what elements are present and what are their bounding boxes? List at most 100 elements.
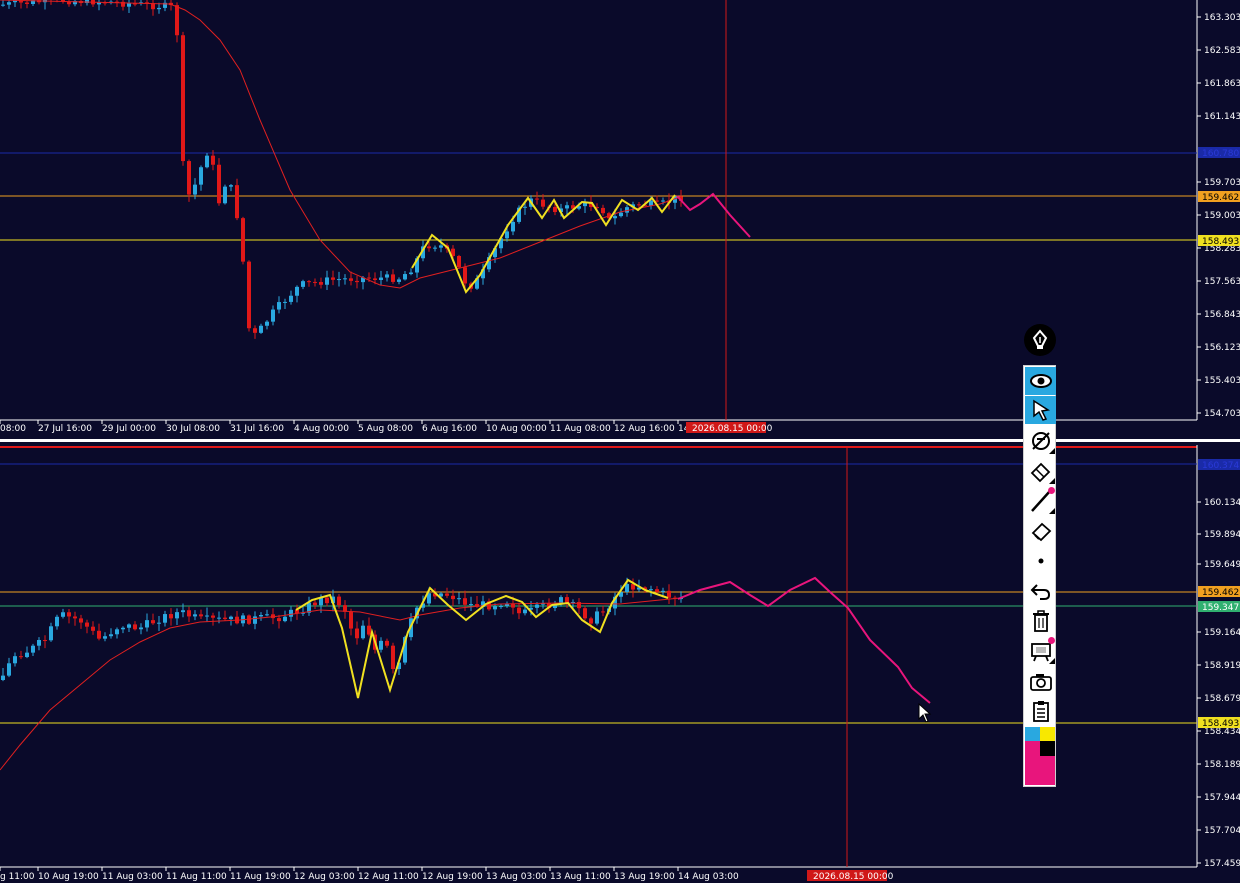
candle-body	[385, 640, 389, 646]
time-tick-label: 10 Aug 00:00	[486, 424, 547, 434]
candle-body	[163, 614, 167, 623]
bottom-orange-price-tag: 159.462	[1198, 586, 1240, 598]
candle-body	[133, 624, 137, 630]
candle-body	[295, 286, 299, 296]
eye-icon[interactable]	[1025, 367, 1056, 395]
color-swatch-black[interactable]	[1040, 741, 1055, 756]
price-tick-label: 161.143	[1204, 112, 1240, 122]
time-tick-label: g 11:00	[0, 872, 35, 882]
candle-body	[25, 2, 29, 5]
candle-body	[25, 652, 29, 658]
price-tick-label: 157.563	[1204, 277, 1240, 287]
candle-body	[145, 620, 149, 628]
undo-icon[interactable]	[1025, 577, 1056, 605]
candle-body	[175, 5, 179, 36]
bottom-cursor-time-tag: 2026.08.15 00:00	[807, 870, 894, 882]
candle-body	[349, 278, 353, 281]
price-tick-label: 156.123	[1204, 343, 1240, 353]
candle-body	[229, 616, 233, 620]
candle-body	[103, 636, 107, 639]
time-tick-label: 12 Aug 03:00	[294, 872, 355, 882]
candle-body	[499, 606, 503, 608]
price-tick-label: 158.679	[1204, 694, 1240, 704]
svg-text:158.493: 158.493	[1202, 719, 1239, 729]
candle-body	[655, 589, 659, 592]
top-blue-price-tag: 160.780	[1198, 147, 1240, 159]
candle-body	[247, 261, 251, 329]
candle-body	[85, 622, 89, 627]
bottom-blue-price-tag: 160.374	[1198, 459, 1240, 471]
color-swatch-blue[interactable]	[1025, 727, 1040, 741]
candle-body	[1, 675, 5, 680]
candle-body	[121, 627, 125, 630]
candle-body	[109, 634, 113, 637]
mouse-pointer-icon	[918, 703, 932, 723]
candle-body	[409, 272, 413, 275]
candle-body	[553, 207, 557, 213]
candle-body	[217, 617, 221, 619]
time-tick-label: 6 Aug 16:00	[422, 424, 477, 434]
candle-body	[457, 598, 461, 600]
candle-body	[331, 277, 335, 280]
candle-body	[67, 612, 71, 617]
time-tick-label: 29 Jul 00:00	[102, 424, 156, 434]
candle-body	[493, 606, 497, 610]
candle-body	[127, 624, 131, 628]
time-tick-label: 4 Aug 00:00	[294, 424, 349, 434]
candle-body	[217, 164, 221, 204]
candle-body	[391, 645, 395, 670]
trash-icon[interactable]	[1025, 607, 1056, 635]
eraser-icon[interactable]	[1025, 457, 1056, 485]
price-tick-label: 158.189	[1204, 760, 1240, 770]
clipboard-icon[interactable]	[1025, 697, 1056, 725]
time-tick-label: 14 Aug 03:00	[678, 872, 739, 882]
candle-body	[187, 161, 191, 195]
candle-body	[457, 256, 461, 268]
candle-body	[19, 656, 23, 658]
candle-body	[307, 281, 311, 283]
line-icon[interactable]	[1025, 487, 1056, 515]
color-swatch-pink[interactable]	[1025, 741, 1040, 785]
price-tick-label: 155.403	[1204, 376, 1240, 386]
candle-body	[289, 295, 293, 302]
candle-body	[199, 614, 203, 617]
candle-body	[277, 302, 281, 310]
time-tick-label: 13 Aug 11:00	[550, 872, 611, 882]
candle-body	[451, 595, 455, 600]
time-tick-label: 11 Aug 19:00	[230, 872, 291, 882]
price-tick-label: 154.703	[1204, 409, 1240, 419]
candle-body	[79, 618, 83, 623]
candle-body	[337, 596, 341, 606]
candle-body	[505, 231, 509, 239]
pen-nib-icon[interactable]	[1024, 324, 1056, 356]
candle-body	[1, 4, 5, 6]
top-yellow-price-tag: 158.493	[1198, 235, 1240, 247]
svg-text:2026.08.15 00:00: 2026.08.15 00:00	[813, 872, 894, 882]
candle-body	[427, 246, 431, 249]
price-tick-label: 156.843	[1204, 310, 1240, 320]
hide-drawings-icon[interactable]	[1025, 427, 1056, 455]
bottom-yellow-price-tag: 158.493	[1198, 717, 1240, 729]
candle-body	[361, 625, 365, 639]
candle-body	[463, 598, 467, 605]
time-tick-label: 10 Aug 19:00	[38, 872, 99, 882]
candle-body	[139, 627, 143, 630]
camera-icon[interactable]	[1025, 668, 1056, 696]
screen-icon[interactable]	[1025, 637, 1056, 665]
time-tick-label: 11 Aug 11:00	[166, 872, 227, 882]
drawing-toolbar	[1023, 365, 1056, 787]
candle-body	[589, 618, 593, 624]
color-swatch-pink-lower[interactable]	[1040, 756, 1055, 785]
dot-icon[interactable]	[1025, 547, 1056, 575]
candle-body	[565, 205, 569, 209]
candle-body	[235, 185, 239, 219]
price-tick-label: 159.649	[1204, 560, 1240, 570]
color-swatch-yellow[interactable]	[1040, 727, 1055, 741]
highlighter-icon[interactable]	[1025, 517, 1056, 545]
cursor-arrow-icon[interactable]	[1025, 396, 1056, 424]
candle-body	[439, 245, 443, 248]
price-tick-label: 157.459	[1204, 859, 1240, 869]
candle-body	[613, 216, 617, 219]
candle-body	[253, 328, 257, 333]
price-tick-label: 162.583	[1204, 46, 1240, 56]
